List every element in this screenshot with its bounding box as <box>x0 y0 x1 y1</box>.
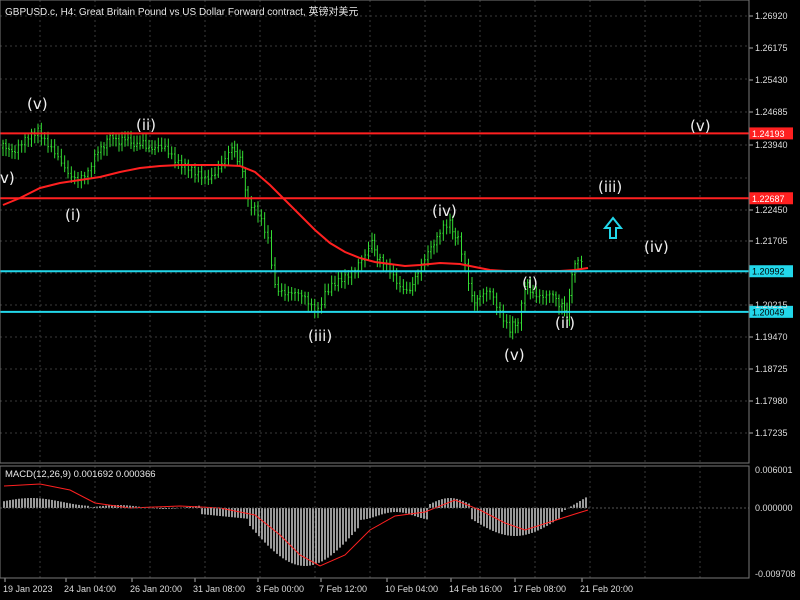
price-tick-label: 1.17235 <box>755 428 788 438</box>
level-price-label: 1.22687 <box>752 194 785 204</box>
macd-tick-label: 0.006001 <box>755 465 793 475</box>
chart-canvas[interactable]: 1.241931.226871.209921.20049 v)(v)(i)(ii… <box>0 0 800 600</box>
time-tick-label: 17 Feb 08:00 <box>513 584 566 594</box>
wave-label: (v) <box>690 117 711 135</box>
up-arrow-icon <box>602 216 624 239</box>
time-tick-label: 26 Jan 20:00 <box>130 584 182 594</box>
moving-average-line <box>2 164 589 272</box>
price-tick-label: 1.22450 <box>755 205 788 215</box>
price-tick-label: 1.21705 <box>755 236 788 246</box>
wave-label: (iii) <box>308 327 332 345</box>
level-price-label: 1.20992 <box>752 267 785 277</box>
main-panel-border <box>0 0 750 464</box>
wave-label: (iv) <box>644 238 669 256</box>
level-price-label: 1.24193 <box>752 129 785 139</box>
wave-label: (i) <box>65 206 81 224</box>
macd-tick-label: 0.000000 <box>755 503 793 513</box>
price-tick-label: 1.20215 <box>755 300 788 310</box>
price-tick-label: 1.19470 <box>755 332 788 342</box>
time-tick-label: 19 Jan 2023 <box>3 584 53 594</box>
time-tick-label: 31 Jan 08:00 <box>193 584 245 594</box>
price-tick-label: 1.18725 <box>755 364 788 374</box>
wave-label: (ii) <box>136 116 156 134</box>
wave-label: v) <box>0 169 15 187</box>
price-tick-label: 1.25430 <box>755 75 788 85</box>
price-tick-label: 1.17980 <box>755 396 788 406</box>
macd-tick-label: -0.009708 <box>755 569 796 579</box>
time-tick-label: 3 Feb 00:00 <box>256 584 304 594</box>
time-tick-label: 21 Feb 20:00 <box>580 584 633 594</box>
macd-panel <box>0 483 749 567</box>
wave-label: (iv) <box>432 202 457 220</box>
time-tick-label: 10 Feb 04:00 <box>385 584 438 594</box>
price-tick-label: 1.26920 <box>755 11 788 21</box>
time-tick-label: 24 Jan 04:00 <box>64 584 116 594</box>
wave-label: (i) <box>522 274 538 292</box>
wave-label: (ii) <box>555 314 575 332</box>
macd-signal-line <box>3 483 589 567</box>
price-tick-label: 1.26175 <box>755 43 788 53</box>
wave-label: (v) <box>504 346 525 364</box>
macd-label: MACD(12,26,9) 0.001692 0.000366 <box>5 469 156 480</box>
price-candles <box>2 122 583 340</box>
time-tick-label: 7 Feb 12:00 <box>319 584 367 594</box>
grid <box>0 0 749 578</box>
macd-panel-border <box>0 465 750 579</box>
price-tick-label: 1.23940 <box>755 140 788 150</box>
time-tick-label: 14 Feb 16:00 <box>449 584 502 594</box>
wave-label: (iii) <box>598 178 622 196</box>
wave-label: (v) <box>27 95 48 113</box>
price-tick-label: 1.24685 <box>755 107 788 117</box>
chart-title: GBPUSD.c, H4: Great Britain Pound vs US … <box>5 7 359 18</box>
